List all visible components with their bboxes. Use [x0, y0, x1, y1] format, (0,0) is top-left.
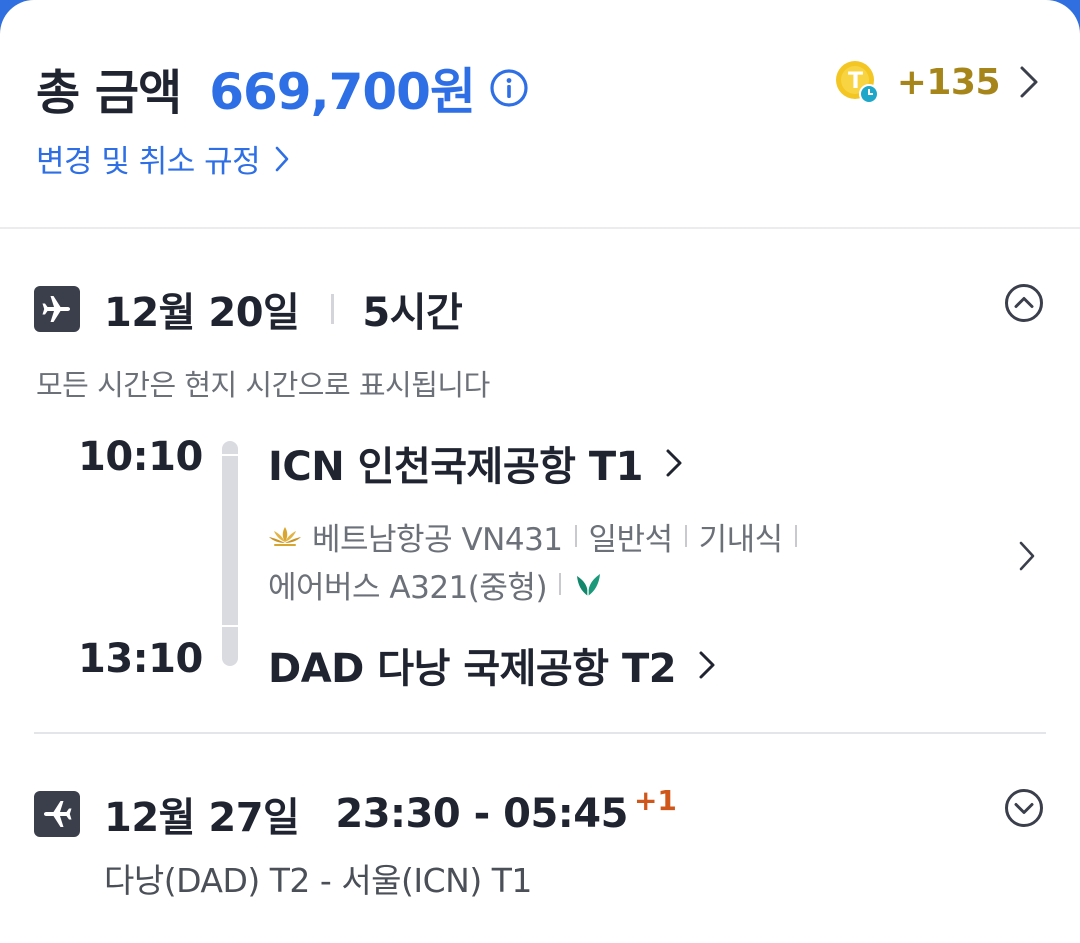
timezone-note: 모든 시간은 현지 시간으로 표시됩니다	[36, 368, 490, 402]
airplane-icon	[34, 286, 80, 332]
info-icon[interactable]	[489, 68, 529, 108]
arrival-time: 13:10	[78, 636, 203, 682]
flight-details[interactable]: 베트남항공 VN431 일반석 기내식 에어버스 A321(중형)	[268, 514, 928, 606]
separator	[331, 294, 335, 324]
change-cancel-policy-link[interactable]: 변경 및 취소 규정	[36, 136, 290, 181]
cabin-class: 일반석	[588, 521, 674, 558]
coin-icon: T	[835, 60, 879, 104]
day-offset-badge: +1	[633, 783, 677, 817]
separator	[684, 525, 687, 547]
total-price-amount: 669,700원	[209, 63, 476, 121]
chevron-right-icon[interactable]	[1018, 540, 1036, 572]
price-summary: 총 금액 669,700원 T +135 변경 및 취소 규정	[0, 0, 1080, 228]
outbound-header: 12월 20일 5시간	[34, 280, 463, 338]
arrival-airport[interactable]: DAD 다낭 국제공항 T2	[268, 636, 716, 694]
outbound-duration: 5시간	[362, 290, 463, 336]
separator	[559, 573, 562, 595]
booking-summary-card: 총 금액 669,700원 T +135 변경 및 취소 규정 12월 20일 …	[0, 0, 1080, 943]
outbound-date: 12월 20일	[104, 290, 300, 336]
points-reward[interactable]: T +135	[835, 60, 1040, 104]
aircraft-type: 에어버스 A321(중형)	[268, 569, 548, 606]
section-divider	[0, 227, 1080, 229]
chevron-right-icon	[275, 146, 289, 171]
airline-logo-icon	[269, 527, 301, 546]
departure-time: 10:10	[78, 434, 203, 480]
expand-chevron-down-icon[interactable]	[1004, 788, 1044, 828]
return-times: 23:30 - 05:45	[335, 791, 628, 837]
timeline-marker	[222, 625, 238, 627]
policy-link-label: 변경 및 취소 규정	[36, 144, 261, 180]
separator	[574, 525, 577, 547]
points-value: +135	[896, 61, 1001, 103]
chevron-right-icon	[666, 449, 682, 477]
return-header[interactable]: 12월 27일 23:30 - 05:45 +1	[34, 783, 677, 843]
meal-info: 기내식	[698, 521, 784, 558]
departure-airport-label: ICN 인천국제공항 T1	[268, 444, 643, 490]
chevron-right-icon	[699, 651, 715, 679]
separator	[794, 525, 797, 547]
aircraft-row: 에어버스 A321(중형)	[268, 562, 928, 606]
return-date: 12월 27일	[104, 795, 300, 841]
eco-leaf-icon	[577, 574, 601, 596]
segment-divider	[34, 732, 1046, 734]
total-price-label: 총 금액	[36, 65, 182, 121]
airline-flight-number: 베트남항공 VN431	[312, 521, 563, 558]
collapse-chevron-up-icon[interactable]	[1004, 283, 1044, 323]
departure-airport[interactable]: ICN 인천국제공항 T1	[268, 434, 683, 492]
flight-timeline	[222, 441, 238, 666]
flight-details-row: 베트남항공 VN431 일반석 기내식	[268, 514, 928, 558]
airplane-icon	[34, 791, 80, 837]
chevron-right-icon	[1020, 66, 1038, 98]
arrival-airport-label: DAD 다낭 국제공항 T2	[268, 646, 677, 692]
timeline-marker	[222, 454, 238, 456]
return-route: 다낭(DAD) T2 - 서울(ICN) T1	[104, 861, 532, 900]
total-price-row: 총 금액 669,700원	[36, 52, 529, 124]
